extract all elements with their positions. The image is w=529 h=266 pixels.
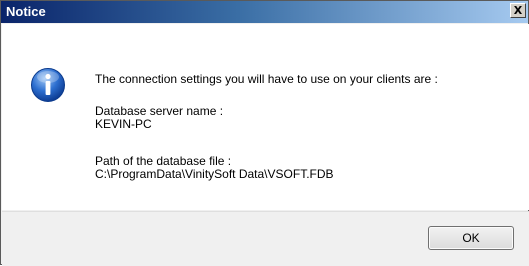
dialog-title: Notice (6, 4, 46, 19)
ok-button[interactable]: OK (428, 226, 514, 250)
title-bar[interactable]: Notice X (1, 1, 528, 23)
button-bar: OK (2, 211, 529, 266)
database-path-label: Path of the database file : (95, 154, 232, 168)
server-name-value: KEVIN-PC (95, 117, 152, 131)
message-area: The connection settings you will have to… (2, 24, 529, 210)
information-icon (31, 68, 65, 102)
notice-dialog: Notice X The connection settings you wil… (0, 0, 529, 266)
close-button[interactable]: X (510, 3, 526, 18)
connection-message: The connection settings you will have to… (95, 72, 438, 86)
database-path-value: C:\ProgramData\VinitySoft Data\VSOFT.FDB (95, 167, 334, 181)
server-name-label: Database server name : (95, 104, 224, 118)
